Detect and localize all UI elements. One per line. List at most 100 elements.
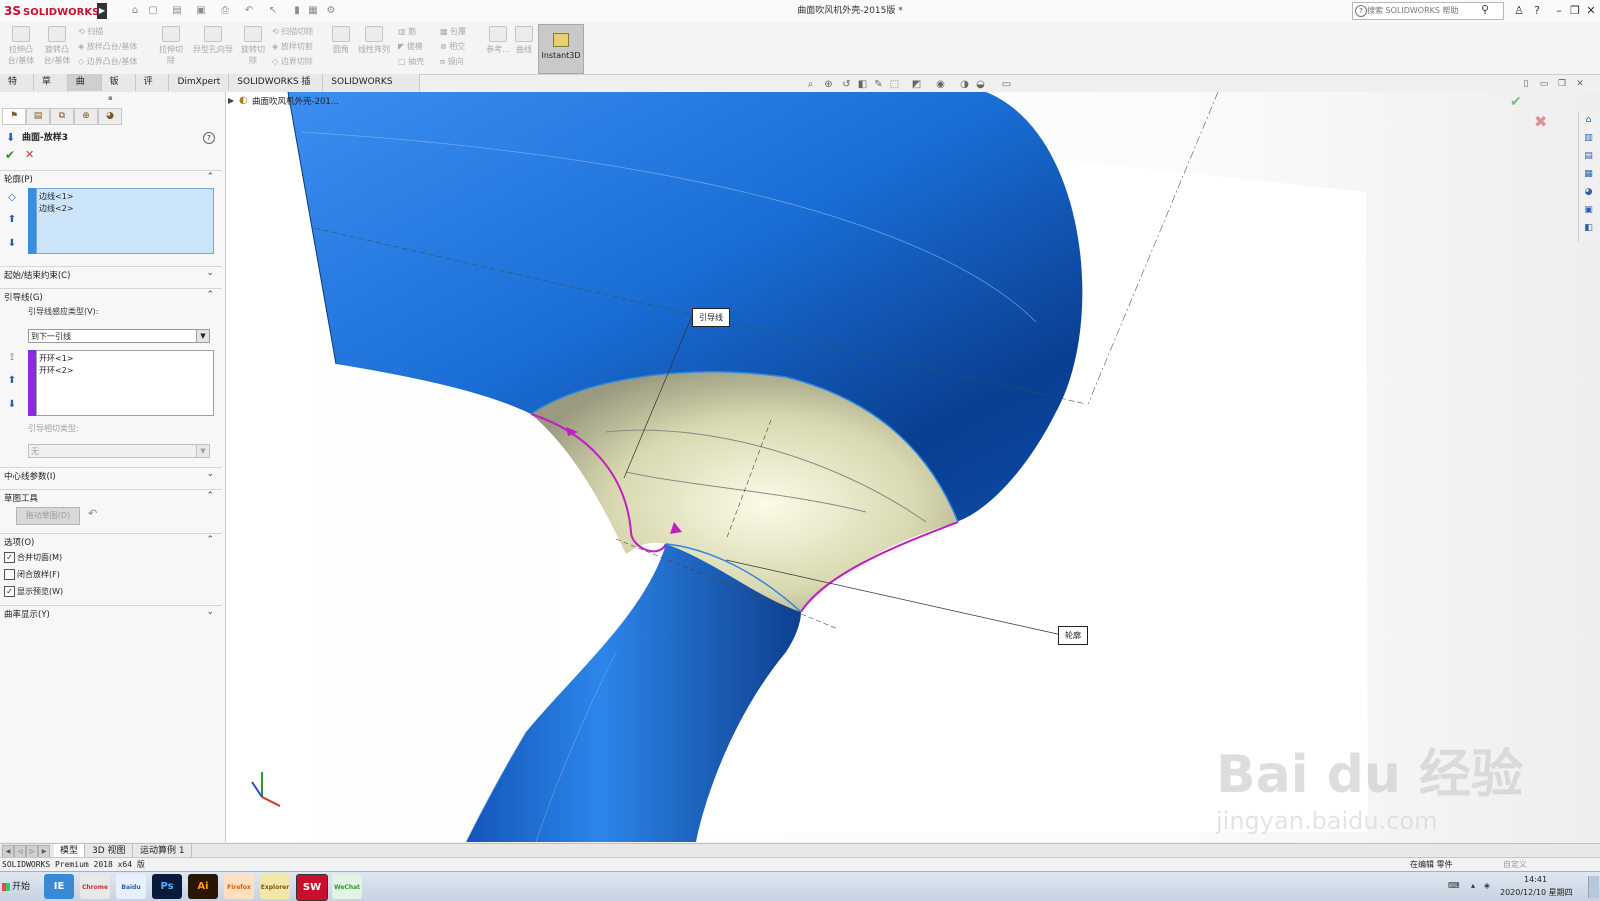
zoom-to-area-icon[interactable]: ⊕	[822, 78, 835, 91]
tile-view-icon[interactable]: ▯	[1520, 78, 1532, 90]
taskbar-app-ie[interactable]: IE	[44, 874, 74, 899]
help-icon[interactable]: ?	[203, 132, 215, 144]
save-icon[interactable]: ▣	[194, 4, 208, 18]
wrap-button[interactable]: ▩ 包覆	[440, 26, 466, 38]
list-item[interactable]: 边线<2>	[39, 203, 74, 214]
list-item[interactable]: 开环<2>	[39, 365, 74, 376]
guide-curve-callout[interactable]: 引导线	[692, 308, 730, 327]
extruded-boss-button[interactable]: 拉伸凸台/基体	[4, 26, 38, 70]
move-up-button[interactable]: ⬆	[4, 373, 20, 389]
tab-0[interactable]: 特征	[0, 74, 34, 104]
edit-appearance-icon[interactable]: ◑	[958, 78, 971, 91]
fillet-button[interactable]: 圆角	[330, 26, 352, 70]
extruded-cut-button[interactable]: 拉伸切除	[156, 26, 186, 70]
model-canvas[interactable]	[226, 92, 1600, 842]
property-manager-tab-icon[interactable]: ⚑	[2, 108, 26, 125]
taskbar-app-firefox[interactable]: Firefox	[224, 874, 254, 899]
solidworks-logo[interactable]: 3S SOLIDWORKS	[4, 2, 99, 20]
tab-6[interactable]: SOLIDWORKS 插件	[229, 74, 324, 104]
file-properties-icon[interactable]: ▦	[306, 4, 320, 18]
move-down-button[interactable]: ⬇	[4, 397, 20, 413]
curvature-display-section-header[interactable]: 曲率显示(Y) ⌄	[0, 605, 222, 621]
tab-1[interactable]: 草图	[34, 74, 68, 104]
appearances-icon[interactable]: ◕	[1582, 186, 1595, 199]
move-down-button[interactable]: ⬇	[4, 236, 20, 252]
tab-3[interactable]: 钣件	[102, 74, 136, 104]
new-document-icon[interactable]: ▢	[146, 4, 160, 18]
menu-expand-arrow-icon[interactable]: ▶	[97, 3, 107, 19]
custom-properties-icon[interactable]: ▣	[1582, 204, 1595, 217]
view-settings-icon[interactable]: ▭	[1000, 78, 1013, 91]
tab-model[interactable]: 模型	[54, 844, 86, 858]
taskbar-app-solidworks[interactable]: SW	[296, 874, 328, 901]
hide-show-items-icon[interactable]: ◉	[934, 78, 947, 91]
section-view-icon[interactable]: ◧	[856, 78, 869, 91]
list-item[interactable]: 开环<1>	[39, 353, 74, 364]
dimxpert-tab-icon[interactable]: ⊕	[74, 108, 98, 125]
units-status[interactable]: 自定义	[1503, 859, 1527, 870]
guides-section-header[interactable]: 引导线(G) ⌃	[0, 288, 222, 304]
print-icon[interactable]: ⎙	[218, 4, 232, 18]
view-orientation-icon[interactable]: ⬚	[888, 78, 901, 91]
reference-geometry-button[interactable]: 参考...	[484, 26, 512, 70]
drag-sketch-button[interactable]: 拖动草图(D)	[16, 507, 80, 525]
options-section-header[interactable]: 选项(O) ⌃	[0, 533, 222, 549]
restore-window-icon[interactable]: ❐	[1568, 3, 1582, 19]
start-button[interactable]: 开始	[2, 877, 38, 897]
options-gear-icon[interactable]: ⚙	[324, 4, 338, 18]
boundary-cut-button[interactable]: ◇ 边界切除	[272, 56, 313, 68]
user-account-icon[interactable]: ♙	[1512, 3, 1526, 19]
taskbar-app-explorer[interactable]: Explorer	[260, 874, 290, 899]
lofted-cut-button[interactable]: ◈ 放样切割	[272, 41, 313, 53]
rib-button[interactable]: ▥ 筋	[398, 26, 416, 38]
home-resources-icon[interactable]: ⌂	[1582, 114, 1595, 127]
help-search-box[interactable]: ? ⚲	[1352, 2, 1504, 20]
guides-listbox[interactable]: 开环<1> 开环<2>	[36, 350, 214, 416]
display-style-icon[interactable]: ◩	[910, 78, 923, 91]
display-manager-tab-icon[interactable]: ◕	[98, 108, 122, 125]
taskbar-app-photoshop[interactable]: Ps	[152, 874, 182, 899]
configuration-tab-icon[interactable]: ⧉	[50, 108, 74, 125]
help-search-input[interactable]	[1353, 3, 1485, 17]
taskbar-app-illustrator[interactable]: Ai	[188, 874, 218, 899]
centerline-parameters-section-header[interactable]: 中心线参数(I) ⌄	[0, 467, 222, 483]
lofted-boss-button[interactable]: ◈ 放样凸台/基体	[78, 41, 137, 53]
guide-tangency-type-select[interactable]: 无 ▼	[28, 444, 210, 458]
confirmation-cancel-icon[interactable]: ✖	[1534, 112, 1547, 131]
move-up-button[interactable]: ⬆	[4, 212, 20, 228]
sketch-tools-section-header[interactable]: 草图工具 ⌃	[0, 489, 222, 505]
guide-influence-type-select[interactable]: 到下一引线 ▼	[28, 329, 210, 343]
start-end-constraints-section-header[interactable]: 起始/结束约束(C) ⌄	[0, 266, 222, 282]
swept-boss-button[interactable]: ⟲ 扫描	[78, 26, 103, 38]
previous-view-icon[interactable]: ↺	[840, 78, 853, 91]
tray-expand-icon[interactable]: ▴	[1468, 881, 1478, 891]
taskbar-app-wechat[interactable]: WeChat	[332, 874, 362, 899]
file-explorer-icon[interactable]: ▤	[1582, 150, 1595, 163]
open-folder-icon[interactable]: ▤	[170, 4, 184, 18]
close-document-icon[interactable]: ✕	[1574, 78, 1586, 90]
search-icon[interactable]: ⚲	[1481, 3, 1489, 16]
cancel-button[interactable]: ✕	[25, 148, 34, 161]
view-palette-icon[interactable]: ▦	[1582, 168, 1595, 181]
select-cursor-icon[interactable]: ↖	[266, 4, 280, 18]
linear-pattern-button[interactable]: 线性阵列	[354, 26, 394, 70]
shell-button[interactable]: ▢ 抽壳	[398, 56, 424, 68]
list-item[interactable]: 边线<1>	[39, 191, 74, 202]
tab-4[interactable]: 评估	[136, 74, 170, 104]
show-preview-checkbox[interactable]: ✓	[4, 586, 15, 597]
tab-3d-views[interactable]: 3D 视图	[86, 844, 133, 858]
merge-tangent-faces-checkbox[interactable]: ✓	[4, 552, 15, 563]
home-icon[interactable]: ⌂	[128, 4, 142, 18]
tab-7[interactable]: SOLIDWORKS MBD	[323, 74, 420, 104]
taskbar-app-baidu[interactable]: Baidu	[116, 874, 146, 899]
profiles-listbox[interactable]: 边线<1> 边线<2>	[36, 188, 214, 254]
undo-icon[interactable]: ↶	[242, 4, 256, 18]
rebuild-icon[interactable]: ▮	[290, 4, 304, 18]
restore-document-icon[interactable]: ❐	[1556, 78, 1568, 90]
hole-wizard-button[interactable]: 异型孔向导	[190, 26, 236, 70]
tab-5[interactable]: DimXpert	[169, 74, 230, 91]
forum-icon[interactable]: ◧	[1582, 222, 1595, 235]
dynamic-annotation-icon[interactable]: ✎	[872, 78, 885, 91]
zoom-to-fit-icon[interactable]: ⌕	[804, 78, 817, 91]
network-tray-icon[interactable]: ◈	[1482, 881, 1492, 891]
